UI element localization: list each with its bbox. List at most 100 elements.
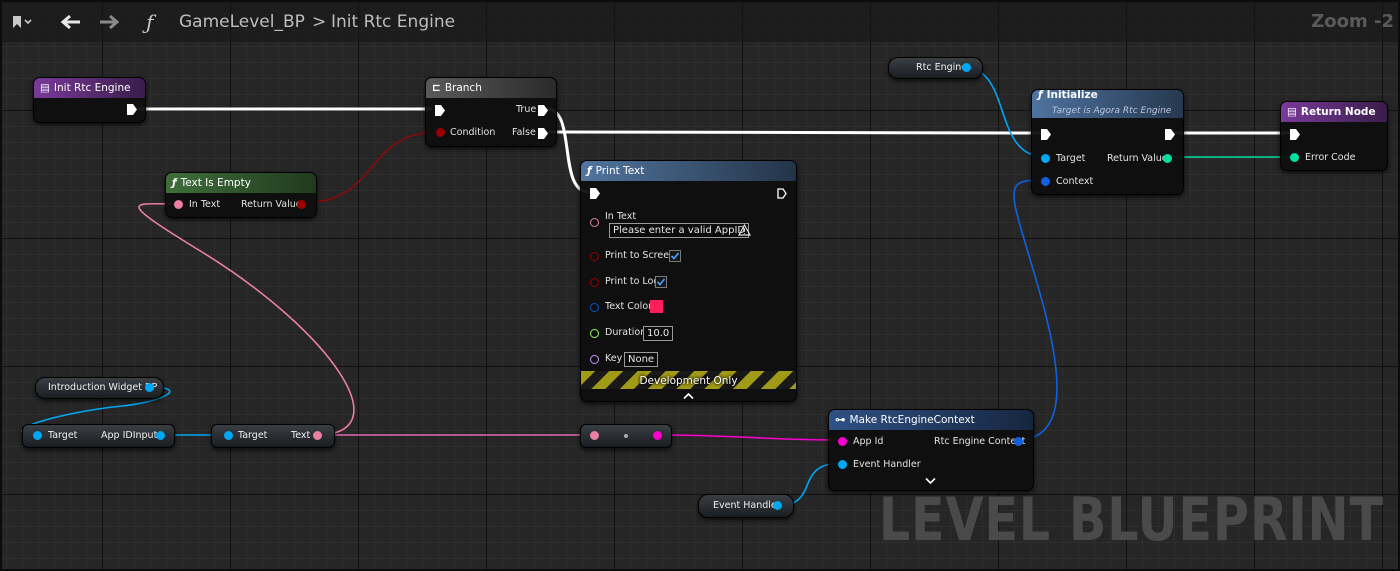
var-label: Rtc Engine xyxy=(916,62,968,73)
target-pin[interactable] xyxy=(1041,154,1050,163)
event-handler-label: Event Handler xyxy=(853,459,921,470)
text-out-pin[interactable] xyxy=(313,431,322,440)
target-pin[interactable] xyxy=(33,431,42,440)
node-header: ⊶ Make RtcEngineContext xyxy=(829,410,1033,430)
print-to-log-label: Print to Log xyxy=(605,276,660,287)
forward-button[interactable] xyxy=(98,2,120,42)
conversion-in-pin[interactable] xyxy=(590,431,599,440)
event-handler-pin[interactable] xyxy=(838,460,847,469)
rtc-context-pin[interactable] xyxy=(1014,437,1023,446)
node-conversion[interactable] xyxy=(580,424,672,448)
return-value-pin[interactable] xyxy=(1163,154,1172,163)
wire-text-in xyxy=(138,202,355,436)
exec-out-pin[interactable] xyxy=(127,104,137,115)
return-icon: ▤ xyxy=(1287,106,1297,118)
target-label: Target xyxy=(238,430,268,441)
node-init-rtc-engine[interactable]: ▤ Init Rtc Engine xyxy=(33,77,146,123)
conversion-out-pin[interactable] xyxy=(653,431,662,440)
in-text-pin[interactable] xyxy=(174,200,183,209)
development-only-label: Development Only xyxy=(639,375,738,387)
node-text-is-empty[interactable]: ƒ Text Is Empty In Text Return Value xyxy=(165,172,317,218)
target-pin[interactable] xyxy=(224,431,233,440)
print-to-screen-label: Print to Screen xyxy=(605,250,676,261)
rtc-context-label: Rtc Engine Context xyxy=(934,436,1026,447)
error-code-pin[interactable] xyxy=(1290,153,1299,162)
node-print-text[interactable]: ƒ Print Text In Text Please enter a valid… xyxy=(580,160,797,402)
exec-out-pin[interactable] xyxy=(1165,129,1175,140)
wire-struct-context xyxy=(1013,179,1058,441)
node-get-text[interactable]: Target Text xyxy=(211,424,335,448)
exec-in-pin[interactable] xyxy=(435,105,445,116)
error-code-label: Error Code xyxy=(1305,152,1356,163)
check-icon xyxy=(656,278,666,286)
check-icon xyxy=(670,252,680,260)
true-label: True xyxy=(516,104,537,115)
target-label: Target xyxy=(48,430,78,441)
print-to-screen-checkbox[interactable] xyxy=(669,250,681,262)
back-button[interactable] xyxy=(60,2,82,42)
widget-out-pin[interactable] xyxy=(145,383,154,392)
context-label: Context xyxy=(1056,176,1094,187)
return-value-label: Return Value xyxy=(241,199,302,210)
exec-in-pin[interactable] xyxy=(1041,129,1051,140)
text-color-label: Text Color xyxy=(605,301,653,312)
in-text-label: In Text xyxy=(605,211,637,222)
var-label: Event Handler xyxy=(713,500,781,511)
node-header: ⊏ Branch xyxy=(426,78,556,98)
node-return[interactable]: ▤ Return Node Error Code xyxy=(1280,101,1388,171)
in-text-label: In Text xyxy=(189,199,221,210)
in-text-input[interactable]: Please enter a valid AppID xyxy=(609,223,750,238)
exec-out-pin[interactable] xyxy=(777,188,787,199)
chevron-down-icon[interactable] xyxy=(925,477,936,485)
print-to-screen-pin[interactable] xyxy=(590,252,599,261)
exec-true-pin[interactable] xyxy=(538,105,548,116)
node-make-rtc-engine-context[interactable]: ⊶ Make RtcEngineContext App Id Rtc Engine… xyxy=(828,409,1034,491)
node-header: ƒ Initialize Target is Agora Rtc Engine xyxy=(1032,89,1183,118)
zoom-label: Zoom -2 xyxy=(1311,11,1394,32)
chevron-up-icon[interactable] xyxy=(683,392,694,400)
return-value-label: Return Value xyxy=(1107,153,1168,164)
return-value-pin[interactable] xyxy=(297,200,306,209)
arrow-left-icon xyxy=(60,14,80,30)
var-rtc-engine[interactable]: Rtc Engine xyxy=(888,57,983,79)
key-input[interactable]: None xyxy=(624,352,659,367)
key-pin[interactable] xyxy=(590,355,599,364)
node-initialize[interactable]: ƒ Initialize Target is Agora Rtc Engine T… xyxy=(1031,89,1184,195)
graph-canvas[interactable]: ƒ GameLevel_BP > Init Rtc Engine Zoom -2… xyxy=(0,0,1400,571)
rtc-engine-out-pin[interactable] xyxy=(962,63,971,72)
bookmark-button[interactable] xyxy=(10,2,34,42)
bookmark-icon xyxy=(13,16,32,28)
warning-icon xyxy=(738,224,751,236)
print-to-log-checkbox[interactable] xyxy=(655,276,667,288)
exec-in-pin[interactable] xyxy=(1290,129,1300,140)
var-label: Introduction Widget BP xyxy=(48,382,158,393)
text-color-pin[interactable] xyxy=(590,303,599,312)
condition-label: Condition xyxy=(450,127,496,138)
duration-pin[interactable] xyxy=(590,329,599,338)
breadcrumb-function[interactable]: Init Rtc Engine xyxy=(331,2,455,42)
branch-icon: ⊏ xyxy=(432,82,441,94)
node-get-app-id-input[interactable]: Target App IDInput xyxy=(22,424,175,448)
exec-in-pin[interactable] xyxy=(590,188,600,199)
exec-false-pin[interactable] xyxy=(538,128,548,139)
node-header: ƒ Text Is Empty xyxy=(166,173,316,193)
output-pin[interactable] xyxy=(156,431,165,440)
context-pin[interactable] xyxy=(1041,177,1050,186)
breadcrumb-blueprint[interactable]: GameLevel_BP xyxy=(179,2,305,42)
text-color-swatch[interactable] xyxy=(650,300,663,313)
key-label: Key xyxy=(605,353,623,364)
duration-input[interactable]: 10.0 xyxy=(643,326,674,341)
function-icon: ƒ xyxy=(146,10,154,34)
level-blueprint-watermark: LEVEL BLUEPRINT xyxy=(878,485,1384,555)
wire-bool-condition xyxy=(300,131,440,204)
var-event-handler[interactable]: Event Handler xyxy=(698,494,794,518)
in-text-pin[interactable] xyxy=(590,218,599,227)
node-branch[interactable]: ⊏ Branch Condition True False xyxy=(425,77,557,147)
app-id-pin[interactable] xyxy=(838,437,847,446)
condition-pin[interactable] xyxy=(436,128,445,137)
var-introduction-widget[interactable]: Introduction Widget BP xyxy=(35,377,164,399)
conversion-dot-icon xyxy=(624,434,628,438)
event-handler-out-pin[interactable] xyxy=(773,501,782,510)
node-header: ▤ Init Rtc Engine xyxy=(34,78,145,98)
print-to-log-pin[interactable] xyxy=(590,278,599,287)
